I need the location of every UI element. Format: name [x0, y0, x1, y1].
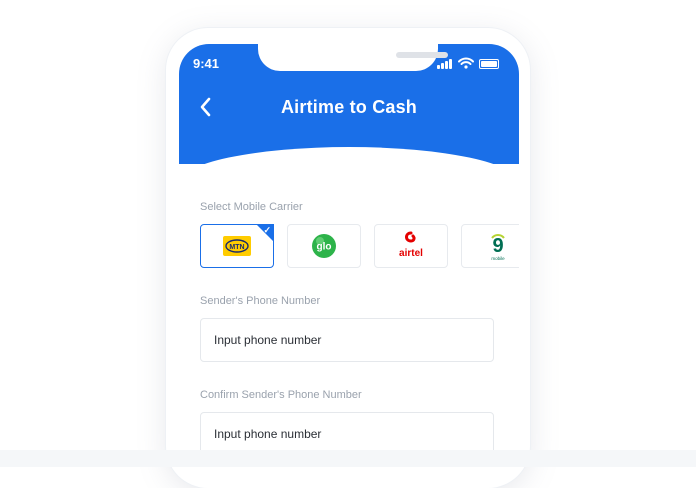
- mtn-logo-text: MTN: [229, 244, 244, 251]
- 9mobile-logo-number: 9: [492, 235, 503, 257]
- status-time: 9:41: [193, 56, 220, 71]
- sender-phone-input[interactable]: Input phone number: [200, 318, 494, 362]
- carrier-section-label: Select Mobile Carrier: [200, 201, 303, 213]
- battery-icon: [479, 59, 499, 69]
- wifi-icon: [458, 57, 474, 69]
- airtel-logo-icon: airtel: [399, 231, 423, 259]
- check-icon: ✓: [263, 225, 271, 235]
- glo-logo-text: glo: [317, 242, 332, 253]
- page-title: Airtime to Cash: [280, 97, 418, 117]
- sender-phone-label: Sender's Phone Number: [200, 295, 321, 307]
- glo-logo-icon: glo: [312, 234, 336, 258]
- speaker-grille: [396, 52, 448, 58]
- carrier-option-airtel[interactable]: airtel: [374, 224, 448, 268]
- phone-notch: [258, 44, 448, 71]
- carrier-option-glo[interactable]: glo: [287, 224, 361, 268]
- app-screen: 9:41 Airtime to Cash Select Mobile Carri…: [179, 44, 519, 474]
- carrier-option-9mobile[interactable]: 9 mobile: [461, 224, 519, 268]
- 9mobile-logo-icon: 9 mobile: [491, 234, 505, 261]
- carrier-option-mtn[interactable]: MTN ✓: [200, 224, 274, 268]
- airtel-logo-text: airtel: [399, 248, 423, 259]
- bottom-fade: [0, 450, 696, 467]
- confirm-phone-label: Confirm Sender's Phone Number: [200, 389, 362, 401]
- 9mobile-logo-subtext: mobile: [491, 256, 505, 261]
